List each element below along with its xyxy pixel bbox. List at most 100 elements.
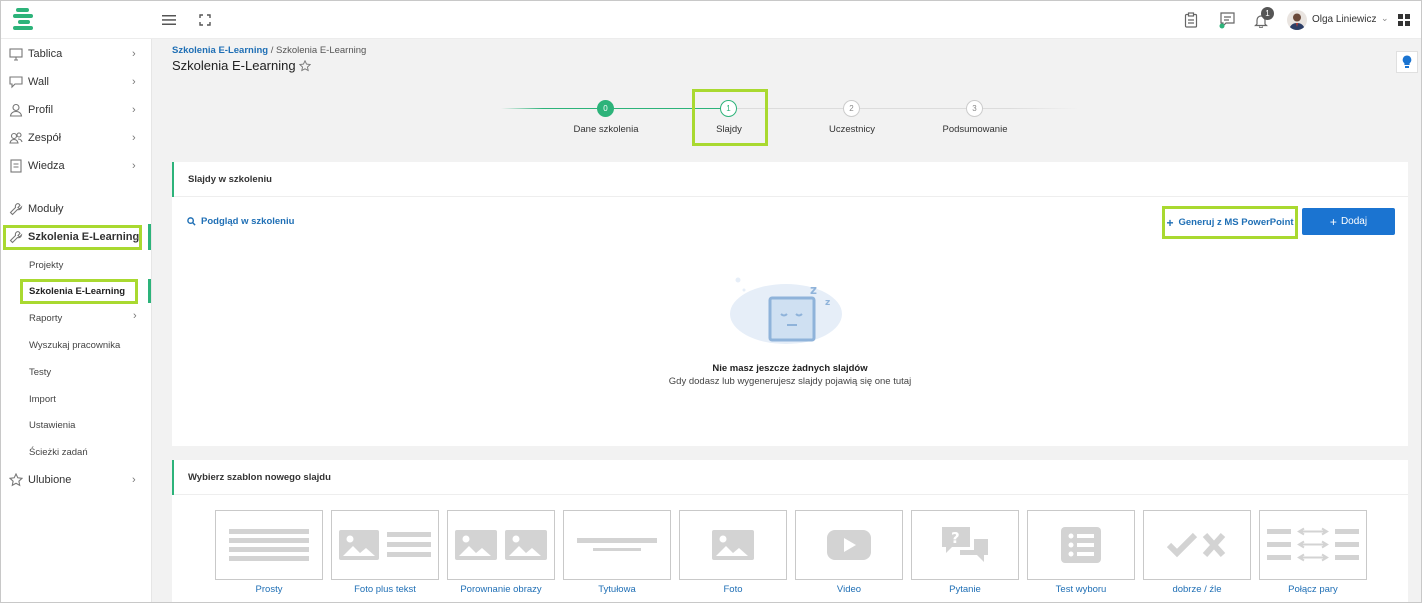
breadcrumb-separator: / <box>268 45 276 56</box>
card-header: Slajdy w szkoleniu <box>172 162 1408 197</box>
chat-icon[interactable] <box>1217 10 1237 30</box>
chevron-right-icon: › <box>133 310 137 322</box>
template-tytulowa[interactable] <box>563 510 671 580</box>
card-accent <box>172 162 174 197</box>
page-title-text: Szkolenia E-Learning <box>172 58 296 73</box>
check-cross-icon <box>1167 532 1226 558</box>
step-3-dot[interactable]: 3 <box>966 100 983 117</box>
sidebar-subitem-testy[interactable]: Testy <box>29 367 51 378</box>
stepper-line-done <box>501 108 606 109</box>
chevron-down-icon[interactable]: ⌄ <box>1381 13 1389 24</box>
breadcrumb-link[interactable]: Szkolenia E-Learning <box>172 45 268 56</box>
star-icon <box>9 473 23 487</box>
breadcrumb: Szkolenia E-Learning / Szkolenia E-Learn… <box>172 45 366 56</box>
template-test-wyboru[interactable] <box>1027 510 1135 580</box>
video-play-icon <box>827 530 871 560</box>
template-label[interactable]: Połącz pary <box>1259 584 1367 595</box>
chevron-right-icon: › <box>132 474 136 486</box>
preview-link[interactable]: Podgląd w szkoleniu <box>187 216 294 227</box>
sidebar-item-label: Ulubione <box>28 474 72 486</box>
template-label[interactable]: Foto <box>679 584 787 595</box>
user-name[interactable]: Olga Liniewicz <box>1312 14 1376 25</box>
template-foto-plus-tekst[interactable] <box>331 510 439 580</box>
sidebar-subitem-import[interactable]: Import <box>29 394 56 405</box>
sidebar-subitem-sciezki[interactable]: Ścieżki zadań <box>29 447 88 458</box>
template-label[interactable]: dobrze / źle <box>1143 584 1251 595</box>
step-3-label[interactable]: Podsumowanie <box>943 124 1008 135</box>
template-label[interactable]: Tytułowa <box>563 584 671 595</box>
template-polacz-pary[interactable] <box>1259 510 1367 580</box>
plus-icon: + <box>1166 215 1174 230</box>
svg-text:?: ? <box>951 529 960 547</box>
chevron-right-icon: › <box>132 160 136 172</box>
sidebar-item-ulubione[interactable]: Ulubione › <box>1 467 152 493</box>
empty-state-title: Nie masz jeszcze żadnych slajdów <box>712 363 868 374</box>
sidebar-subitem-ustawienia[interactable]: Ustawienia <box>29 420 75 431</box>
template-dobrze-zle[interactable] <box>1143 510 1251 580</box>
card-header: Wybierz szablon nowego slajdu <box>172 460 1408 495</box>
top-bar: 1 Olga Liniewicz ⌄ <box>1 1 1421 39</box>
step-0-label[interactable]: Dane szkolenia <box>574 124 639 135</box>
chat-bubble-icon <box>9 76 23 89</box>
template-label[interactable]: Foto plus tekst <box>331 584 439 595</box>
text-lines-icon <box>229 529 309 561</box>
preview-link-label: Podgląd w szkoleniu <box>201 216 295 227</box>
template-label[interactable]: Prosty <box>215 584 323 595</box>
sidebar-item-label: Profil <box>28 104 54 116</box>
sidebar-item-label: Wiedza <box>28 160 65 172</box>
lightbulb-icon[interactable] <box>1396 51 1418 73</box>
sidebar-item-moduly[interactable]: Moduły <box>1 196 152 222</box>
empty-state-subtitle: Gdy dodasz lub wygenerujesz slajdy pojaw… <box>668 376 912 387</box>
sidebar-item-zespol[interactable]: Zespół › <box>1 125 152 151</box>
template-video[interactable] <box>795 510 903 580</box>
sidebar-subitem-wyszukaj[interactable]: Wyszukaj pracownika <box>29 340 120 351</box>
template-prosty[interactable] <box>215 510 323 580</box>
favorite-star-icon[interactable] <box>298 59 311 72</box>
hamburger-menu-icon[interactable] <box>159 10 179 30</box>
user-icon <box>9 103 23 117</box>
chevron-right-icon: › <box>132 132 136 144</box>
avatar[interactable] <box>1287 10 1307 30</box>
sidebar-item-wiedza[interactable]: Wiedza › <box>1 153 152 179</box>
templates-card: Wybierz szablon nowego slajdu Prosty Fot… <box>172 460 1408 602</box>
svg-text:z: z <box>810 283 817 297</box>
sidebar-item-profil[interactable]: Profil › <box>1 97 152 123</box>
plus-icon: + <box>1329 214 1337 229</box>
stepper-line-pending <box>729 108 1079 109</box>
template-foto[interactable] <box>679 510 787 580</box>
step-2-dot[interactable]: 2 <box>843 100 860 117</box>
template-label[interactable]: Pytanie <box>911 584 1019 595</box>
sidebar-subitem-projekty[interactable]: Projekty <box>29 260 63 271</box>
sidebar-item-label: Tablica <box>28 48 63 60</box>
fullscreen-icon[interactable] <box>195 10 215 30</box>
template-label[interactable]: Porownanie obrazy <box>447 584 555 595</box>
page-title: Szkolenia E-Learning <box>172 58 311 73</box>
search-icon <box>187 217 196 226</box>
sidebar-item-tablica[interactable]: Tablica › <box>1 41 152 67</box>
chevron-right-icon: › <box>132 76 136 88</box>
notification-badge: 1 <box>1261 7 1274 20</box>
clipboard-icon[interactable] <box>1181 10 1201 30</box>
two-images-icon <box>455 530 547 560</box>
chevron-right-icon: › <box>132 104 136 116</box>
template-pytanie[interactable]: ? <box>911 510 1019 580</box>
add-button-label: Dodaj <box>1340 216 1368 227</box>
app-logo[interactable] <box>13 7 35 33</box>
app-window: 1 Olga Liniewicz ⌄ Tablica › Wall › Prof… <box>0 0 1422 603</box>
add-slide-button[interactable]: + Dodaj <box>1302 208 1395 235</box>
card-accent <box>172 460 174 495</box>
highlight-frame <box>3 225 142 250</box>
step-2-label[interactable]: Uczestnicy <box>829 124 875 135</box>
template-label[interactable]: Test wyboru <box>1027 584 1135 595</box>
sleeping-box-illustration: z z <box>730 277 842 344</box>
sidebar-subitem-raporty[interactable]: Raporty <box>29 313 62 324</box>
step-0-dot[interactable]: 0 <box>597 100 614 117</box>
template-label[interactable]: Video <box>795 584 903 595</box>
question-chat-icon: ? <box>942 527 988 562</box>
chevron-right-icon: › <box>132 48 136 60</box>
apps-grid-icon[interactable] <box>1394 10 1414 30</box>
sidebar-item-wall[interactable]: Wall › <box>1 69 152 95</box>
template-porownanie-obrazy[interactable] <box>447 510 555 580</box>
team-icon <box>9 132 23 144</box>
generate-powerpoint-button[interactable]: + Generuj z MS PowerPoint <box>1162 206 1298 239</box>
